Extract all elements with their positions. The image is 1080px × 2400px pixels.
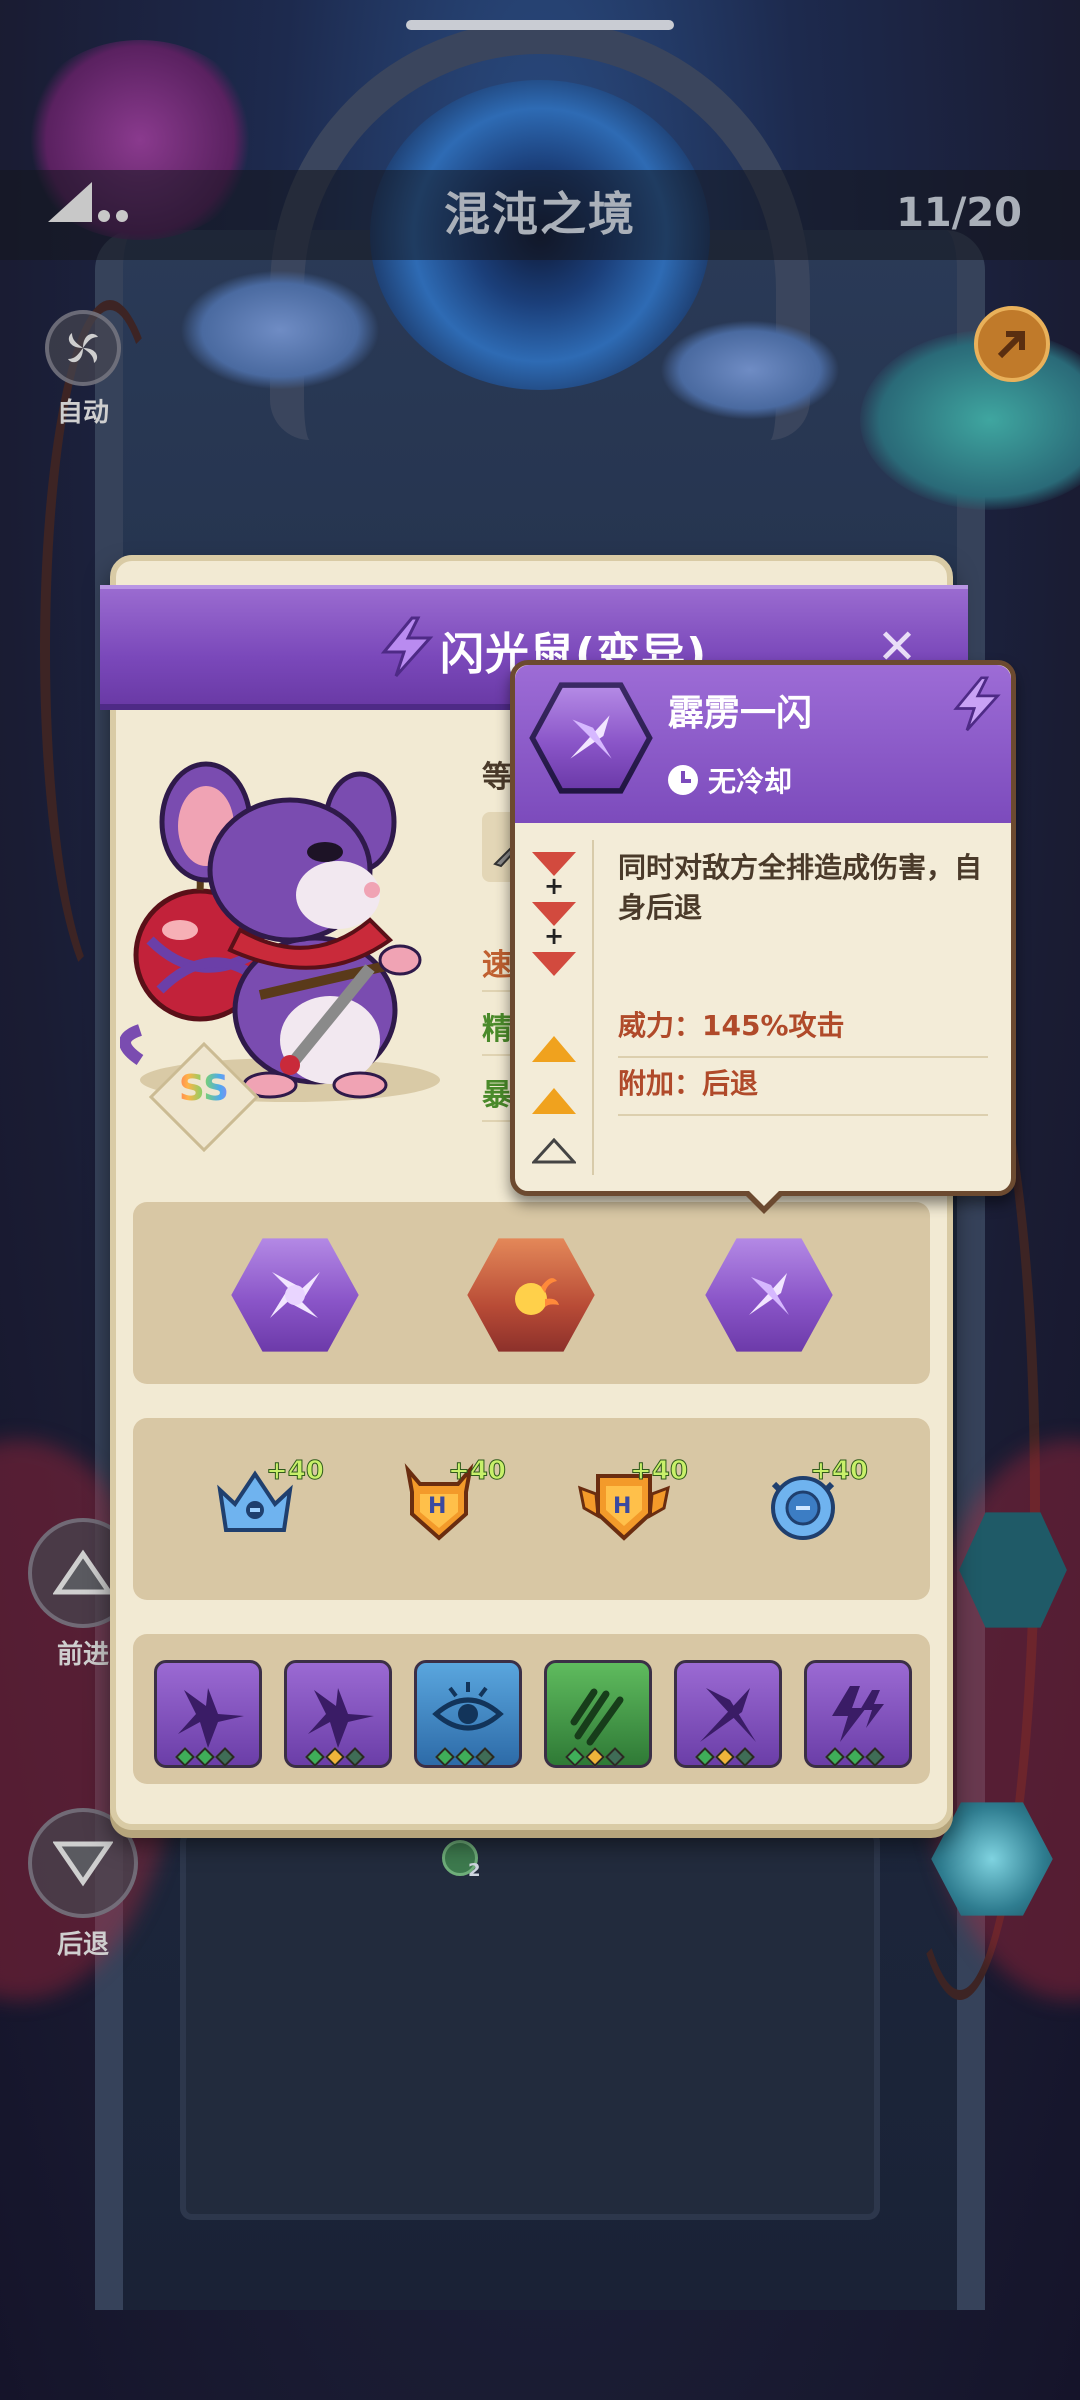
target-down-icon xyxy=(532,952,576,976)
equipment-bonus: +40 xyxy=(448,1456,507,1487)
cloud-bush-decoration xyxy=(180,270,380,390)
lightning-icon xyxy=(953,676,1001,732)
tower-door xyxy=(180,1830,880,2220)
cloud-bush-decoration xyxy=(660,320,840,420)
pips-1 xyxy=(175,1747,235,1767)
arrow-up-right-icon xyxy=(997,331,1025,359)
pips-2 xyxy=(305,1747,365,1767)
skill-slot-2[interactable] xyxy=(466,1236,596,1354)
stage-progress: 11/20 xyxy=(896,190,1022,236)
equipment-bonus: +40 xyxy=(810,1456,869,1487)
equipment-bonus: +40 xyxy=(266,1456,325,1487)
eye-icon xyxy=(432,1682,504,1731)
crossed-blades-icon xyxy=(700,1688,756,1742)
equipment-letter: H xyxy=(428,1494,447,1519)
skill-slot-3-selected[interactable] xyxy=(704,1236,834,1354)
equipment-bonus: +40 xyxy=(630,1456,689,1487)
fan-icon xyxy=(45,310,121,386)
claw-icon xyxy=(570,1688,624,1746)
cooldown-text: 无冷却 xyxy=(708,765,793,798)
crossed-blades-icon xyxy=(529,682,653,794)
plus-icon: + xyxy=(544,872,565,900)
pips-5 xyxy=(695,1747,755,1767)
shuriken-icon xyxy=(231,1238,359,1352)
retreat-button[interactable]: 后退 xyxy=(28,1808,138,1961)
tooltip-skill-name: 霹雳一闪 xyxy=(668,693,813,734)
pips-3 xyxy=(435,1747,495,1767)
pips-6 xyxy=(825,1747,885,1767)
auto-button[interactable]: 自动 xyxy=(28,310,138,429)
skill-slot-1[interactable] xyxy=(230,1236,360,1354)
lightning-icon xyxy=(380,616,434,678)
position-up-empty-icon xyxy=(532,1138,576,1164)
clock-icon xyxy=(668,765,698,795)
shuriken-burst-icon xyxy=(308,1688,374,1748)
tooltip-description: 同时对敌方全排造成伤害，自身后退 xyxy=(618,851,983,924)
retreat-label: 后退 xyxy=(56,1930,109,1960)
equipment-letter: H xyxy=(613,1494,632,1519)
level-up-count: 2 xyxy=(468,1860,481,1881)
pips-4 xyxy=(565,1747,625,1767)
speed-up-button[interactable] xyxy=(974,306,1050,382)
crossed-blades-icon xyxy=(705,1238,833,1352)
fireball-icon xyxy=(467,1238,595,1352)
tooltip-cooldown: 无冷却 xyxy=(668,760,792,800)
tooltip-extra: 附加：后退 xyxy=(618,1062,988,1116)
auto-label: 自动 xyxy=(56,398,109,428)
tooltip-pointer-inner xyxy=(748,1190,780,1206)
rank-label: SS xyxy=(172,1068,236,1109)
position-up-icon xyxy=(532,1036,576,1062)
tooltip-skill-icon xyxy=(528,680,654,796)
tooltip-divider xyxy=(592,840,594,1175)
plus-icon: + xyxy=(544,922,565,950)
tooltip-power: 威力：145%攻击 xyxy=(618,1004,988,1058)
shuriken-burst-icon xyxy=(178,1688,244,1748)
position-up-icon xyxy=(532,1088,576,1114)
notch-pill xyxy=(406,20,674,30)
lightning-icon xyxy=(832,1686,884,1742)
